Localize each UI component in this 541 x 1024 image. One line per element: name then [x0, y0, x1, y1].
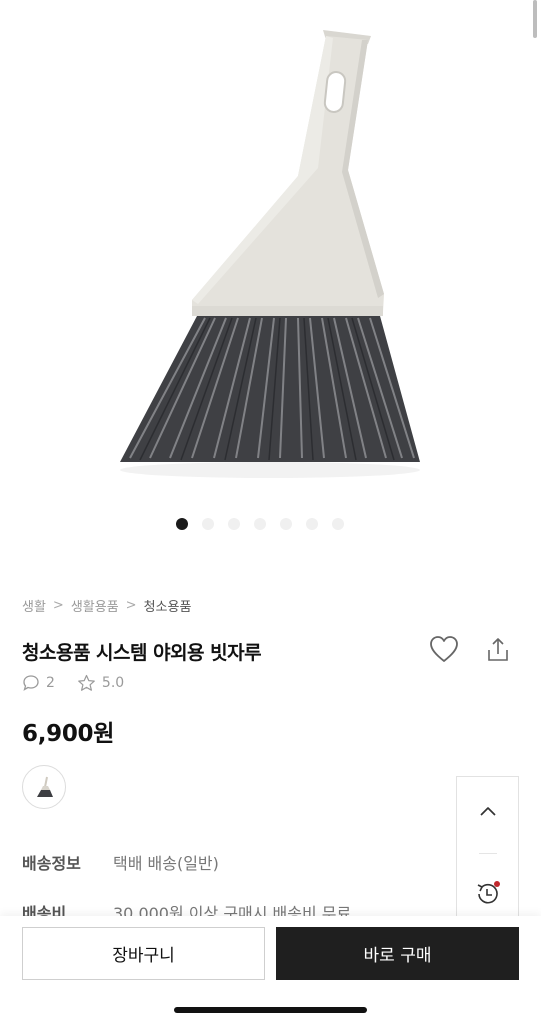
pagination-dot[interactable] [253, 518, 266, 530]
chevron-right-icon: > [52, 598, 64, 613]
add-to-cart-button[interactable]: 장바구니 [22, 927, 265, 980]
brand-avatar[interactable] [22, 765, 66, 809]
breadcrumb-item-life[interactable]: 생활 [22, 596, 46, 615]
pagination-dot[interactable] [279, 518, 292, 530]
pagination-dot[interactable] [305, 518, 318, 530]
buy-now-button[interactable]: 바로 구매 [276, 927, 519, 980]
chevron-right-icon: > [125, 598, 137, 613]
product-image[interactable] [0, 0, 541, 500]
pagination-dot[interactable] [201, 518, 214, 530]
pagination-dot[interactable] [227, 518, 240, 530]
history-icon[interactable] [473, 879, 503, 913]
delivery-info-row: 배송정보 택배 배송(일반) [22, 850, 219, 874]
broom-thumbnail-icon [37, 776, 53, 797]
speech-bubble-icon [22, 674, 40, 692]
chevron-up-icon[interactable] [477, 803, 499, 823]
divider [479, 853, 497, 854]
review-summary[interactable]: 2 5.0 [22, 674, 124, 692]
pagination-dot[interactable] [331, 518, 344, 530]
product-title: 청소용품 시스템 야외용 빗자루 [22, 642, 262, 664]
floating-quick-menu [456, 776, 519, 921]
heart-icon[interactable] [428, 634, 460, 664]
pagination-dot-active[interactable] [175, 518, 188, 530]
bottom-action-bar: 장바구니 바로 구매 [0, 916, 541, 1024]
breadcrumb: 생활 > 생활용품 > 청소용품 [22, 596, 191, 615]
share-icon[interactable] [484, 636, 512, 664]
breadcrumb-item-cleaning[interactable]: 청소용품 [144, 596, 192, 615]
delivery-value: 택배 배송(일반) [113, 854, 219, 873]
rating-value: 5.0 [101, 675, 125, 691]
home-indicator[interactable] [174, 1007, 367, 1013]
broom-illustration [120, 30, 420, 478]
review-count: 2 [46, 675, 55, 691]
breadcrumb-item-household[interactable]: 생활용품 [71, 596, 119, 615]
star-icon [77, 674, 96, 692]
delivery-label: 배송정보 [22, 854, 81, 873]
notification-dot [494, 881, 500, 887]
gallery-pagination[interactable] [0, 518, 541, 530]
product-price: 6,900원 [22, 721, 115, 747]
